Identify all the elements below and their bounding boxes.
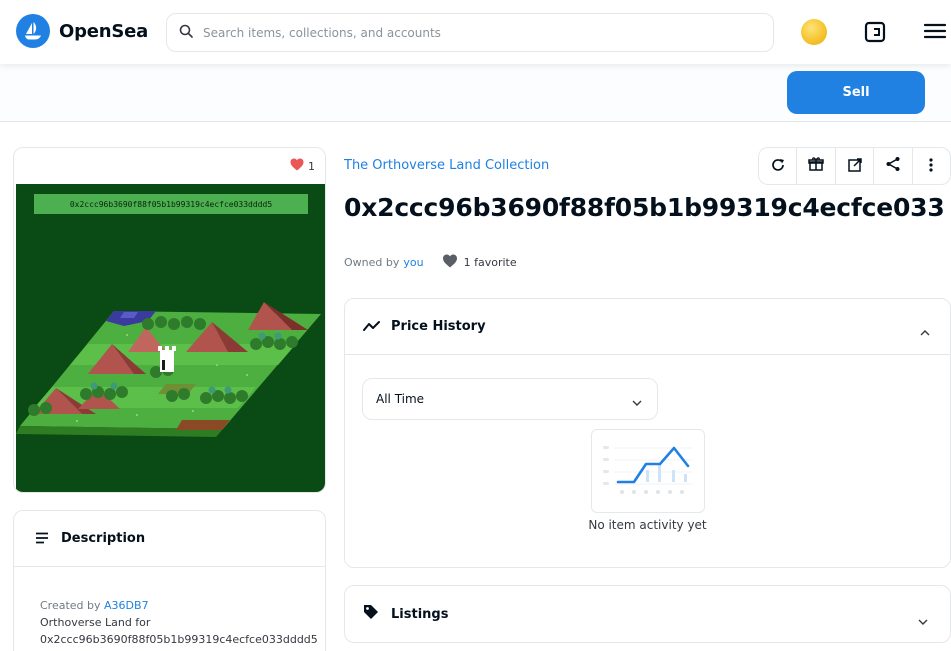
isometric-land-artwork [16,302,321,437]
favorites-count-row: 1 favorite [442,254,517,271]
image-card-header: 1 [14,148,325,184]
hamburger-menu-icon[interactable] [923,22,947,44]
transfer-gift-button[interactable] [797,148,836,184]
gift-icon [808,156,824,176]
description-line-1: Orthoverse Land for [40,616,151,629]
price-history-header[interactable]: Price History [345,299,950,355]
search-bar[interactable] [166,13,774,52]
chevron-down-icon[interactable] [918,610,928,629]
owner-row: Owned by you 1 favorite [344,254,517,271]
listings-header[interactable]: Listings [344,585,951,643]
brand-name: OpenSea [59,20,149,42]
created-by-row: Created by A36DB7 [40,597,325,614]
description-title: Description [61,531,146,546]
created-by-prefix: Created by [40,599,101,612]
trend-line-icon [363,317,381,336]
favorite-count: 1 [308,159,315,173]
description-header[interactable]: Description [14,511,325,567]
description-body: Created by A36DB7 Orthoverse Land for 0x… [14,567,325,648]
price-history-card: Price History All Time No item activity … [344,298,951,568]
share-button[interactable] [874,148,913,184]
sell-button[interactable]: Sell [787,71,925,114]
listings-title: Listings [391,606,449,622]
profile-avatar[interactable] [801,19,827,45]
chevron-down-icon [632,395,642,409]
opensea-brand-link[interactable]: OpenSea [16,14,148,48]
share-icon [885,156,901,176]
price-history-title: Price History [391,319,486,334]
heart-filled-icon [442,254,458,271]
search-icon [179,23,193,42]
asset-image-card: 1 0x2ccc96b3690f88f05b1b99319c4ecfce033d… [13,147,326,493]
search-input[interactable] [203,25,743,40]
more-options-button[interactable] [913,148,950,184]
top-navbar: OpenSea [0,0,951,64]
favorites-text: 1 favorite [463,256,517,269]
nft-image[interactable]: 0x2ccc96b3690f88f05b1b99319c4ecfce033ddd… [16,184,325,492]
external-link-icon [847,157,862,176]
description-lines-icon [35,529,49,548]
open-external-button[interactable] [836,148,875,184]
asset-action-bar: Sell [0,64,951,122]
refresh-metadata-button[interactable] [759,148,798,184]
favorite-toggle[interactable]: 1 [290,158,315,174]
more-vertical-icon [929,157,933,176]
owner-link[interactable]: you [403,256,423,269]
opensea-logo-icon [16,14,50,48]
empty-chart-illustration-icon [591,429,705,513]
creator-link[interactable]: A36DB7 [104,599,149,612]
time-range-value: All Time [376,392,425,406]
description-line-2: 0x2ccc96b3690f88f05b1b99319c4ecfce033ddd… [40,633,318,646]
owned-by-prefix: Owned by [344,256,400,269]
asset-title: 0x2ccc96b3690f88f05b1b99319c4ecfce033d..… [344,193,944,222]
time-range-select[interactable]: All Time [362,378,658,420]
heart-icon [290,158,304,174]
refresh-icon [771,157,785,176]
description-card: Description Created by A36DB7 Orthoverse… [13,510,326,651]
chevron-up-icon[interactable] [920,321,930,340]
no-activity-text: No item activity yet [588,518,707,532]
tag-icon [363,604,379,624]
collection-link[interactable]: The Orthoverse Land Collection [344,158,549,173]
wallet-icon[interactable] [864,21,886,47]
asset-action-buttons [758,147,951,185]
